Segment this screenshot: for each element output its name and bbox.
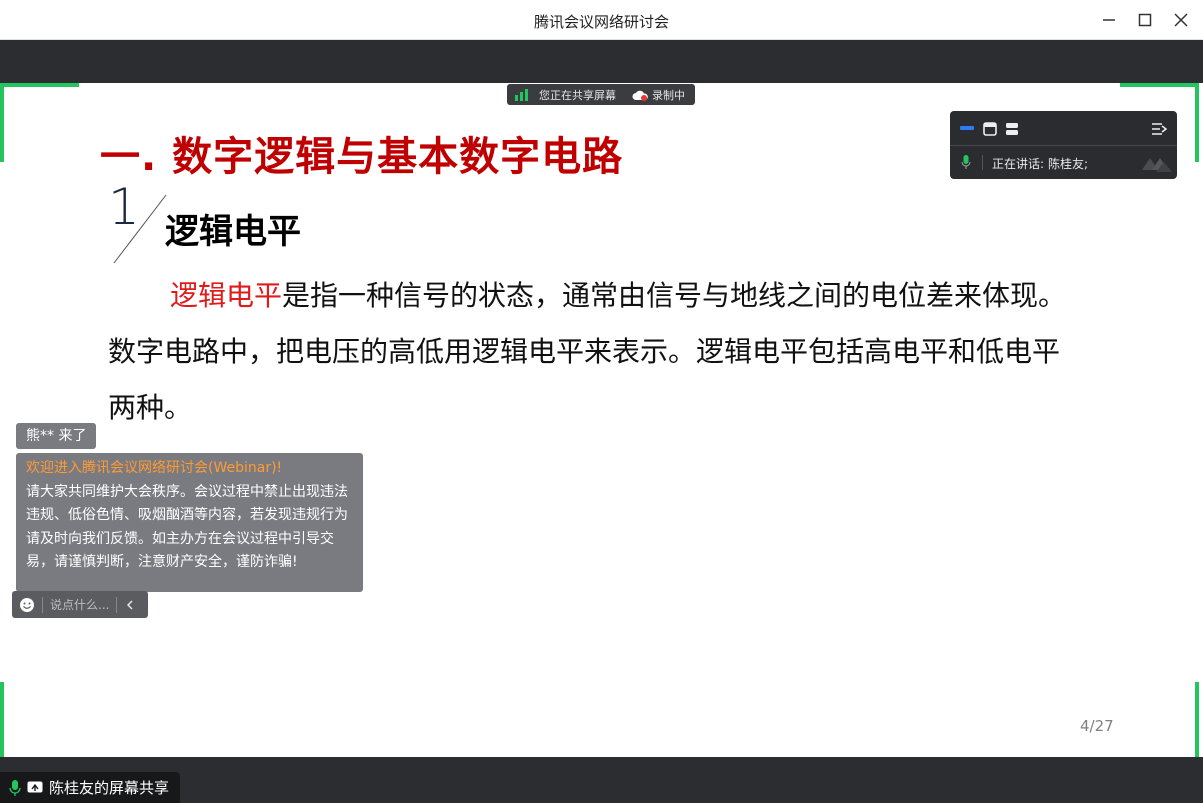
dash-icon	[960, 126, 974, 130]
section-divider-line	[113, 194, 167, 264]
sharing-status-bar[interactable]: 您正在共享屏幕 录制中	[507, 84, 695, 105]
chat-message-box: 欢迎进入腾讯会议网络研讨会(Webinar)! 请大家共同维护大会秩序。会议过程…	[16, 453, 363, 592]
chat-input[interactable]: 说点什么...	[50, 596, 116, 613]
slide-paragraph: 逻辑电平是指一种信号的状态，通常由信号与地线之间的电位差来体现。数字电路中，把电…	[108, 268, 1083, 436]
minimize-button[interactable]	[1097, 8, 1121, 32]
window-titlebar: 腾讯会议网络研讨会	[0, 0, 1203, 40]
speaker-name: 陈桂友;	[1048, 157, 1089, 171]
speaking-label: 正在讲话:	[992, 157, 1045, 171]
screen-share-label[interactable]: 陈桂友的屏幕共享	[0, 772, 180, 803]
speaking-row: 正在讲话: 陈桂友;	[950, 146, 1177, 179]
expand-panel-button[interactable]	[1152, 121, 1168, 140]
share-frame-corner-bottom-left	[0, 682, 79, 761]
bottom-toolbar-area	[0, 757, 1203, 803]
share-owner-label: 陈桂友的屏幕共享	[49, 779, 170, 797]
speaker-panel: 正在讲话: 陈桂友;	[950, 111, 1177, 179]
notice-message: 请大家共同维护大会秩序。会议过程中禁止出现违法违规、低俗色情、吸烟酗酒等内容，若…	[26, 483, 348, 571]
input-divider	[42, 596, 43, 613]
tencent-meeting-logo-icon	[1142, 158, 1172, 172]
slide-title: 一. 数字逻辑与基本数字电路	[100, 134, 624, 180]
list-view-icon	[1006, 123, 1018, 135]
chevron-left-icon	[127, 600, 133, 609]
view-toolbar	[950, 111, 1177, 146]
recording-text: 录制中	[652, 88, 685, 102]
slide-subtitle: 逻辑电平	[165, 212, 301, 252]
panel-toggle-icon	[1152, 123, 1168, 135]
signal-bars-icon	[515, 88, 528, 101]
collapse-chat-button[interactable]	[117, 600, 143, 610]
chat-input-bar[interactable]: 说点什么...	[12, 591, 148, 618]
paragraph-highlight: 逻辑电平	[170, 279, 283, 312]
emoji-icon	[20, 597, 34, 612]
microphone-icon	[9, 779, 21, 796]
window-title: 腾讯会议网络研讨会	[533, 13, 669, 31]
share-frame-corner-bottom-right	[1120, 682, 1199, 761]
close-button[interactable]	[1169, 8, 1193, 32]
page-number: 4/27	[1080, 717, 1114, 735]
microphone-icon	[961, 155, 971, 169]
screen-share-icon	[27, 781, 43, 792]
sharing-indicator[interactable]: 您正在共享屏幕	[515, 87, 616, 103]
list-view-button[interactable]	[1005, 121, 1019, 140]
maximize-icon	[1138, 13, 1152, 27]
maximize-button[interactable]	[1133, 8, 1157, 32]
minimize-icon	[1103, 19, 1115, 21]
top-toolbar-area	[0, 40, 1203, 83]
welcome-message: 欢迎进入腾讯会议网络研讨会(Webinar)!	[26, 460, 283, 476]
recording-indicator[interactable]: 录制中	[632, 87, 685, 103]
minimize-panel-button[interactable]	[960, 121, 974, 135]
gallery-view-button[interactable]	[983, 121, 997, 140]
cloud-record-icon	[632, 90, 648, 101]
divider	[982, 155, 983, 170]
sharing-text: 您正在共享屏幕	[539, 88, 616, 102]
join-notification: 熊** 来了	[16, 423, 97, 449]
share-frame-corner-top-left	[0, 83, 79, 162]
close-icon	[1174, 13, 1188, 27]
window-view-icon	[983, 122, 997, 136]
emoji-button[interactable]	[12, 597, 42, 613]
